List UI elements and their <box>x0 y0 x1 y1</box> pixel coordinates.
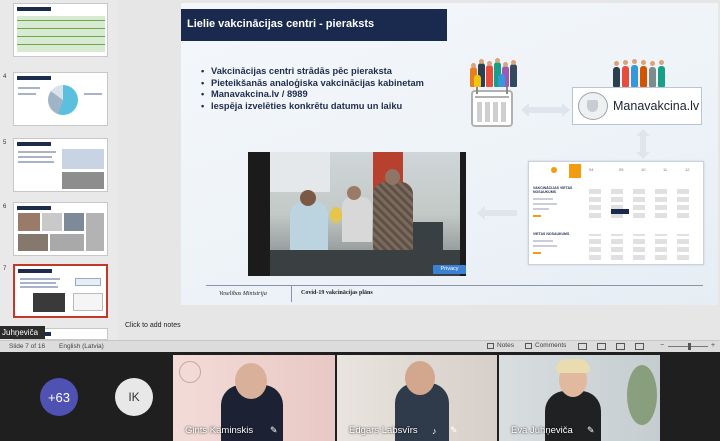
participant-video-tile[interactable]: Edgars Labsvīrs ♪ ✎ <box>337 355 497 441</box>
slide-title-banner: Lielie vakcinācijas centri - pieraksts <box>181 9 447 41</box>
thumbnail-number: 5 <box>3 140 7 146</box>
participant-name: Eva Juhņeviča <box>511 425 573 436</box>
meeting-video-gallery: +63 IK Gints Kaminskis ✎ Edgars Labsvīrs… <box>0 352 720 441</box>
participant-video-tile[interactable]: Gints Kaminskis ✎ <box>173 355 335 441</box>
booking-calendar-screenshot: 04 05 10 11 12 VAKCINĀCIJAS VIETAS NOSAU… <box>528 161 704 265</box>
booking-time-label: 11 <box>663 167 668 172</box>
people-group-icon <box>611 55 666 87</box>
thumbnail-image-active[interactable] <box>13 264 108 318</box>
arrow-head-up <box>636 129 650 136</box>
footer-plan-title: Covid-19 vakcinācijas plāns <box>301 290 373 296</box>
organization-logo-icon <box>179 361 201 383</box>
participant-avatar-initials[interactable]: IK <box>115 378 153 416</box>
thumbnail-slide-5[interactable]: 5 <box>0 138 118 194</box>
footer-separator <box>291 286 292 302</box>
double-arrow-icon <box>526 107 564 113</box>
zoom-out-icon[interactable]: − <box>660 342 664 349</box>
notes-icon <box>487 342 494 349</box>
notes-toggle-label: Notes <box>497 342 514 349</box>
pin-icon[interactable]: ✎ <box>587 425 595 436</box>
zoom-in-icon[interactable]: + <box>711 342 715 349</box>
slide-thumbnail-pane[interactable]: 4 5 6 7 <box>0 0 118 340</box>
slide-canvas[interactable]: Lielie vakcinācijas centri - pieraksts V… <box>181 3 718 305</box>
slideshow-view-icon[interactable] <box>635 343 644 350</box>
booking-time-label: 10 <box>641 167 646 172</box>
slide-counter: Slide 7 of 16 <box>9 343 46 350</box>
slide-title: Lielie vakcinācijas centri - pieraksts <box>187 18 375 30</box>
comments-icon <box>525 342 532 349</box>
comments-toggle-button[interactable]: Comments <box>525 342 566 349</box>
zoom-slider-handle[interactable] <box>688 343 691 350</box>
thumbnail-slide-6[interactable]: 6 <box>0 202 118 258</box>
arrow-head-down <box>636 152 650 159</box>
privacy-button[interactable]: Privacy <box>433 265 466 274</box>
people-group-icon <box>468 53 518 87</box>
coat-of-arms-icon <box>578 92 608 120</box>
left-arrow-icon <box>483 210 517 216</box>
plant-decoration <box>627 365 657 425</box>
arrow-head-left <box>521 103 529 117</box>
booking-location-header: VIETAS NOSAUKUMS <box>533 232 570 236</box>
participant-video-tile[interactable]: Eva Juhņeviča ✎ <box>499 355 660 441</box>
thumbnail-slide-3[interactable] <box>0 3 118 59</box>
manavakcina-logo-text: Manavakcina.lv <box>613 99 700 113</box>
powerpoint-window: 4 5 6 7 Lielie vakcinācijas centri - pie… <box>0 0 720 352</box>
more-participants-button[interactable]: +63 <box>40 378 78 416</box>
bullet-item: Vakcinācijas centri strādās pēc pierakst… <box>199 66 449 78</box>
thumbnail-number: 7 <box>3 266 7 272</box>
participant-name: Edgars Labsvīrs <box>349 425 418 436</box>
vertical-double-arrow-icon <box>640 133 646 153</box>
thumbnail-image[interactable] <box>13 72 108 126</box>
thumbnail-image[interactable] <box>13 138 108 192</box>
bullet-item: Manavakcina.lv / 8989 <box>199 89 449 101</box>
manavakcina-logo-box: Manavakcina.lv <box>572 87 702 125</box>
vaccination-photo <box>248 152 466 276</box>
presenter-name-tag: Juhņeviča <box>0 326 45 339</box>
bullet-item: Pieteikšanās analoģiska vakcinācijas kab… <box>199 78 449 90</box>
calendar-icon <box>471 87 513 127</box>
notes-pane[interactable]: Click to add notes <box>118 318 720 340</box>
arrow-head-left <box>477 206 485 220</box>
status-bar: Slide 7 of 16 English (Latvia) Notes Com… <box>0 340 720 352</box>
notes-placeholder[interactable]: Click to add notes <box>125 322 181 329</box>
arrow-head-right <box>562 103 570 117</box>
normal-view-icon[interactable] <box>578 343 587 350</box>
slide-editing-area: Lielie vakcinācijas centri - pieraksts V… <box>118 0 720 318</box>
comments-toggle-label: Comments <box>535 342 567 349</box>
pin-icon[interactable]: ✎ <box>270 425 278 436</box>
thumbnail-slide-4[interactable]: 4 <box>0 72 118 128</box>
notes-toggle-button[interactable]: Notes <box>487 342 514 349</box>
language-indicator[interactable]: English (Latvia) <box>59 343 104 350</box>
reading-view-icon[interactable] <box>616 343 625 350</box>
slide-sorter-view-icon[interactable] <box>597 343 606 350</box>
pin-icon[interactable]: ✎ <box>450 425 458 436</box>
thumbnail-image[interactable] <box>13 3 108 57</box>
booking-location-header: VAKCINĀCIJAS VIETAS NOSAUKUMS <box>533 186 573 194</box>
thumbnail-number: 4 <box>3 74 7 80</box>
thumbnail-number: 6 <box>3 204 7 210</box>
booking-time-label: 12 <box>685 167 690 172</box>
bullet-list: Vakcinācijas centri strādās pēc pierakst… <box>199 66 449 112</box>
mic-muted-icon: ♪ <box>432 426 437 436</box>
footer-ministry: Veselības Ministrija <box>219 291 267 297</box>
thumbnail-image[interactable] <box>13 202 108 256</box>
bullet-item: Iespēja izvelēties konkrētu datumu un la… <box>199 101 449 113</box>
participant-name: Gints Kaminskis <box>185 425 254 436</box>
footer-divider <box>206 285 703 286</box>
thumbnail-slide-7[interactable]: 7 <box>0 264 118 320</box>
